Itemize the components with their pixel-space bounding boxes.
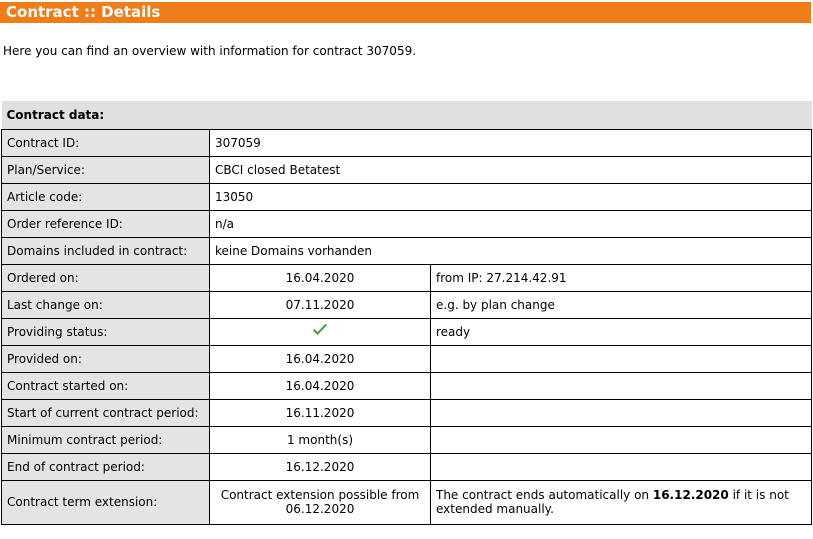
row-value: 16.11.2020 — [209, 398, 431, 427]
row-value — [209, 317, 431, 346]
row-note: ready — [429, 317, 813, 346]
row-value: 07.11.2020 — [209, 290, 431, 319]
row-label: Article code: — [1, 182, 210, 211]
table-row: Start of current contract period: 16.11.… — [1, 398, 813, 427]
contract-data-table: Contract data: Contract ID: 307059 Plan/… — [1, 101, 813, 525]
table-heading: Contract data: — [1, 101, 812, 130]
row-value: keine Domains vorhanden — [208, 236, 813, 265]
row-label: Start of current contract period: — [1, 398, 210, 427]
row-label: Last change on: — [1, 290, 210, 319]
extension-possible-date: 06.12.2020 — [285, 502, 355, 516]
check-icon — [313, 323, 327, 335]
intro-text: Here you can find an overview with infor… — [3, 44, 417, 58]
table-row: Provided on: 16.04.2020 — [1, 344, 813, 373]
table-row: End of contract period: 16.12.2020 — [1, 452, 813, 481]
row-label: Contract started on: — [1, 371, 210, 400]
row-note — [429, 452, 813, 481]
row-value: 13050 — [208, 182, 813, 211]
row-label: Order reference ID: — [1, 209, 210, 238]
extension-note-date: 16.12.2020 — [652, 488, 729, 502]
row-value: 16.12.2020 — [209, 452, 431, 481]
extension-possible-text: Contract extension possible from — [220, 488, 420, 502]
row-label: Minimum contract period: — [1, 425, 210, 454]
row-value: 16.04.2020 — [209, 371, 431, 400]
table-row: Last change on: 07.11.2020 e.g. by plan … — [1, 290, 813, 319]
row-label: Providing status: — [1, 317, 210, 346]
row-note — [429, 425, 813, 454]
row-label: Plan/Service: — [1, 155, 210, 184]
table-row: Contract term extension: Contract extens… — [1, 479, 813, 525]
table-row: Contract started on: 16.04.2020 — [1, 371, 813, 400]
extension-note-pre: The contract ends automatically on — [436, 488, 653, 502]
row-label: Provided on: — [1, 344, 210, 373]
table-row: Ordered on: 16.04.2020 from IP: 27.214.4… — [1, 263, 813, 292]
table-header-row: Contract data: — [1, 101, 812, 130]
row-value: CBCI closed Betatest — [208, 155, 813, 184]
page-title: Contract :: Details — [6, 3, 161, 21]
row-value: 1 month(s) — [209, 425, 431, 454]
row-note: e.g. by plan change — [429, 290, 813, 319]
page-title-bar: Contract :: Details — [0, 2, 811, 23]
table-row: Article code: 13050 — [1, 182, 813, 211]
row-note — [429, 344, 813, 373]
table-row: Providing status: ready — [1, 317, 813, 346]
row-value: 16.04.2020 — [209, 263, 431, 292]
row-label: Ordered on: — [1, 263, 210, 292]
row-label: Contract ID: — [1, 128, 210, 157]
row-label: Contract term extension: — [1, 479, 210, 525]
row-value: 16.04.2020 — [209, 344, 431, 373]
table-row: Order reference ID: n/a — [1, 209, 813, 238]
row-note: from IP: 27.214.42.91 — [429, 263, 813, 292]
row-value: n/a — [208, 209, 813, 238]
row-label: Domains included in contract: — [1, 236, 210, 265]
row-note — [429, 371, 813, 400]
row-label: End of contract period: — [1, 452, 210, 481]
table-row: Minimum contract period: 1 month(s) — [1, 425, 813, 454]
table-row: Domains included in contract: keine Doma… — [1, 236, 813, 265]
table-row: Plan/Service: CBCI closed Betatest — [1, 155, 813, 184]
row-note: The contract ends automatically on 16.12… — [429, 479, 813, 525]
table-row: Contract ID: 307059 — [1, 128, 813, 157]
row-value: Contract extension possible from 06.12.2… — [209, 479, 431, 525]
row-value: 307059 — [208, 128, 813, 157]
row-note — [429, 398, 813, 427]
